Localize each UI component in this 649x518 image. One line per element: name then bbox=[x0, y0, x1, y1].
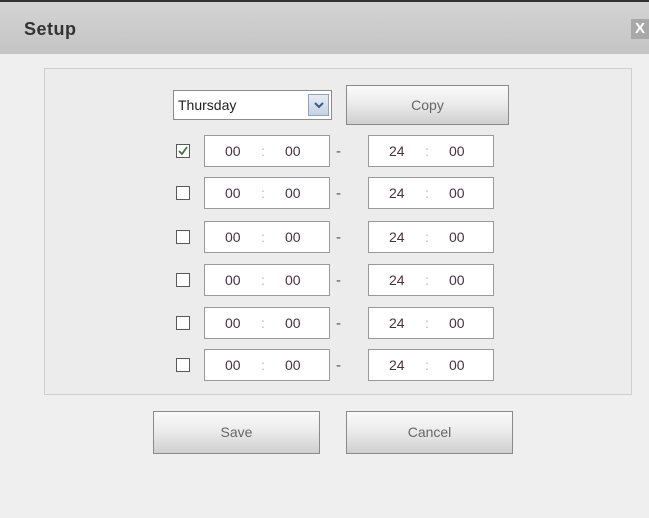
end-time-field[interactable]: 24: 00 bbox=[368, 349, 494, 381]
hour-field[interactable]: 00 bbox=[225, 185, 241, 201]
minute-field[interactable]: 00 bbox=[285, 357, 301, 373]
day-select[interactable]: Thursday bbox=[173, 90, 332, 120]
end-time-field[interactable]: 24: 00 bbox=[368, 177, 494, 209]
setup-dialog: Setup X Thursday Copy 00: 00 - 24: 00 00: 00 - 2… bbox=[0, 0, 649, 518]
time-separator: : bbox=[425, 229, 429, 245]
time-separator: : bbox=[261, 272, 265, 288]
time-separator: : bbox=[261, 143, 265, 159]
period-checkbox[interactable] bbox=[176, 230, 190, 244]
hour-field[interactable]: 24 bbox=[389, 143, 405, 159]
hour-field[interactable]: 24 bbox=[389, 272, 405, 288]
time-separator: : bbox=[425, 185, 429, 201]
minute-field[interactable]: 00 bbox=[449, 272, 465, 288]
start-time-field[interactable]: 00: 00 bbox=[204, 135, 330, 167]
period-row: 00: 00 - 24: 00 bbox=[0, 177, 649, 213]
hour-field[interactable]: 00 bbox=[225, 143, 241, 159]
range-dash: - bbox=[336, 229, 341, 246]
range-dash: - bbox=[336, 185, 341, 202]
minute-field[interactable]: 00 bbox=[285, 143, 301, 159]
hour-field[interactable]: 00 bbox=[225, 272, 241, 288]
period-row: 00: 00 - 24: 00 bbox=[0, 135, 649, 171]
time-separator: : bbox=[425, 143, 429, 159]
minute-field[interactable]: 00 bbox=[285, 272, 301, 288]
hour-field[interactable]: 00 bbox=[225, 357, 241, 373]
start-time-field[interactable]: 00: 00 bbox=[204, 221, 330, 253]
minute-field[interactable]: 00 bbox=[449, 229, 465, 245]
minute-field[interactable]: 00 bbox=[285, 185, 301, 201]
period-checkbox[interactable] bbox=[176, 358, 190, 372]
period-checkbox[interactable] bbox=[176, 144, 190, 158]
start-time-field[interactable]: 00: 00 bbox=[204, 307, 330, 339]
hour-field[interactable]: 24 bbox=[389, 185, 405, 201]
hour-field[interactable]: 24 bbox=[389, 315, 405, 331]
minute-field[interactable]: 00 bbox=[285, 229, 301, 245]
end-time-field[interactable]: 24: 00 bbox=[368, 307, 494, 339]
cancel-button[interactable]: Cancel bbox=[346, 411, 513, 454]
close-icon[interactable]: X bbox=[631, 19, 649, 39]
range-dash: - bbox=[336, 357, 341, 374]
hour-field[interactable]: 24 bbox=[389, 357, 405, 373]
start-time-field[interactable]: 00: 00 bbox=[204, 349, 330, 381]
start-time-field[interactable]: 00: 00 bbox=[204, 177, 330, 209]
minute-field[interactable]: 00 bbox=[449, 357, 465, 373]
end-time-field[interactable]: 24: 00 bbox=[368, 135, 494, 167]
time-separator: : bbox=[425, 272, 429, 288]
end-time-field[interactable]: 24: 00 bbox=[368, 221, 494, 253]
range-dash: - bbox=[336, 272, 341, 289]
chevron-down-icon[interactable] bbox=[308, 94, 329, 116]
time-separator: : bbox=[261, 185, 265, 201]
period-checkbox[interactable] bbox=[176, 186, 190, 200]
period-checkbox[interactable] bbox=[176, 273, 190, 287]
minute-field[interactable]: 00 bbox=[449, 185, 465, 201]
end-time-field[interactable]: 24: 00 bbox=[368, 264, 494, 296]
hour-field[interactable]: 00 bbox=[225, 229, 241, 245]
hour-field[interactable]: 00 bbox=[225, 315, 241, 331]
period-checkbox[interactable] bbox=[176, 316, 190, 330]
minute-field[interactable]: 00 bbox=[449, 315, 465, 331]
time-separator: : bbox=[261, 357, 265, 373]
period-row: 00: 00 - 24: 00 bbox=[0, 307, 649, 343]
range-dash: - bbox=[336, 143, 341, 160]
minute-field[interactable]: 00 bbox=[285, 315, 301, 331]
minute-field[interactable]: 00 bbox=[449, 143, 465, 159]
period-row: 00: 00 - 24: 00 bbox=[0, 349, 649, 385]
time-separator: : bbox=[425, 357, 429, 373]
hour-field[interactable]: 24 bbox=[389, 229, 405, 245]
time-separator: : bbox=[261, 229, 265, 245]
save-button[interactable]: Save bbox=[153, 411, 320, 454]
copy-button[interactable]: Copy bbox=[346, 85, 509, 125]
day-select-value: Thursday bbox=[178, 97, 237, 113]
check-icon bbox=[178, 146, 188, 156]
time-separator: : bbox=[425, 315, 429, 331]
title-bar[interactable]: Setup X bbox=[0, 0, 649, 54]
period-row: 00: 00 - 24: 00 bbox=[0, 221, 649, 257]
dialog-title: Setup bbox=[24, 19, 77, 39]
period-row: 00: 00 - 24: 00 bbox=[0, 264, 649, 300]
time-separator: : bbox=[261, 315, 265, 331]
start-time-field[interactable]: 00: 00 bbox=[204, 264, 330, 296]
range-dash: - bbox=[336, 315, 341, 332]
